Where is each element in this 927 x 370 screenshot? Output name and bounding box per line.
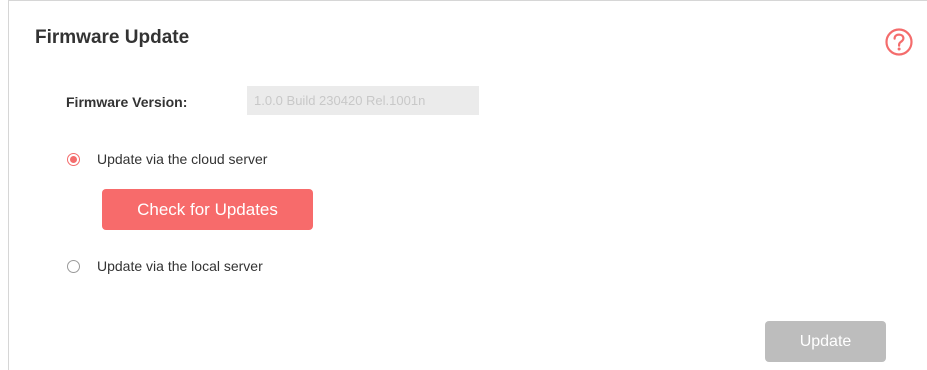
check-for-updates-button[interactable]: Check for Updates [102,189,313,230]
help-circle-icon [885,28,913,56]
radio-cloud-server[interactable]: Update via the cloud server [67,151,267,167]
radio-button-cloud[interactable] [67,152,80,166]
radio-cloud-label: Update via the cloud server [97,151,268,167]
radio-local-label: Update via the local server [97,258,263,274]
help-icon[interactable] [884,27,914,57]
section-title: Firmware Update [35,27,190,48]
update-button: Update [765,321,886,362]
firmware-update-panel: Firmware Update Firmware Version: 1.0.0 … [8,0,927,370]
firmware-version-field: 1.0.0 Build 230420 Rel.1001n [247,86,479,115]
firmware-version-label: Firmware Version: [66,94,188,110]
radio-local-server[interactable]: Update via the local server [67,258,263,274]
radio-button-local[interactable] [67,259,80,273]
